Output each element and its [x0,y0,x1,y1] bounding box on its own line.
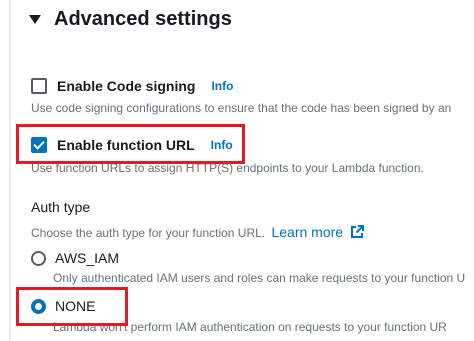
code-signing-row: Enable Code signing Info [31,78,233,94]
section-title: Advanced settings [54,7,232,30]
auth-type-description: Choose the auth type for your function U… [31,226,266,240]
code-signing-label[interactable]: Enable Code signing [57,78,195,94]
code-signing-description: Use code signing configurations to ensur… [31,101,452,115]
aws-iam-radio[interactable] [31,250,46,266]
function-url-highlight-box [16,124,245,164]
aws-iam-description: Only authenticated IAM users and roles c… [53,271,466,285]
auth-type-description-row: Choose the auth type for your function U… [31,224,365,240]
auth-option-aws-iam[interactable]: AWS_IAM [31,250,119,266]
learn-more-link[interactable]: Learn more [271,224,343,240]
auth-type-label: Auth type [31,199,91,215]
section-left-border [9,0,11,341]
advanced-settings-toggle[interactable]: Advanced settings [29,5,232,33]
aws-iam-label[interactable]: AWS_IAM [55,250,119,266]
external-link-icon[interactable] [350,225,365,239]
caret-down-icon [29,14,41,24]
code-signing-checkbox[interactable] [31,78,47,94]
code-signing-info-link[interactable]: Info [211,79,233,93]
none-option-highlight-box [16,287,128,326]
